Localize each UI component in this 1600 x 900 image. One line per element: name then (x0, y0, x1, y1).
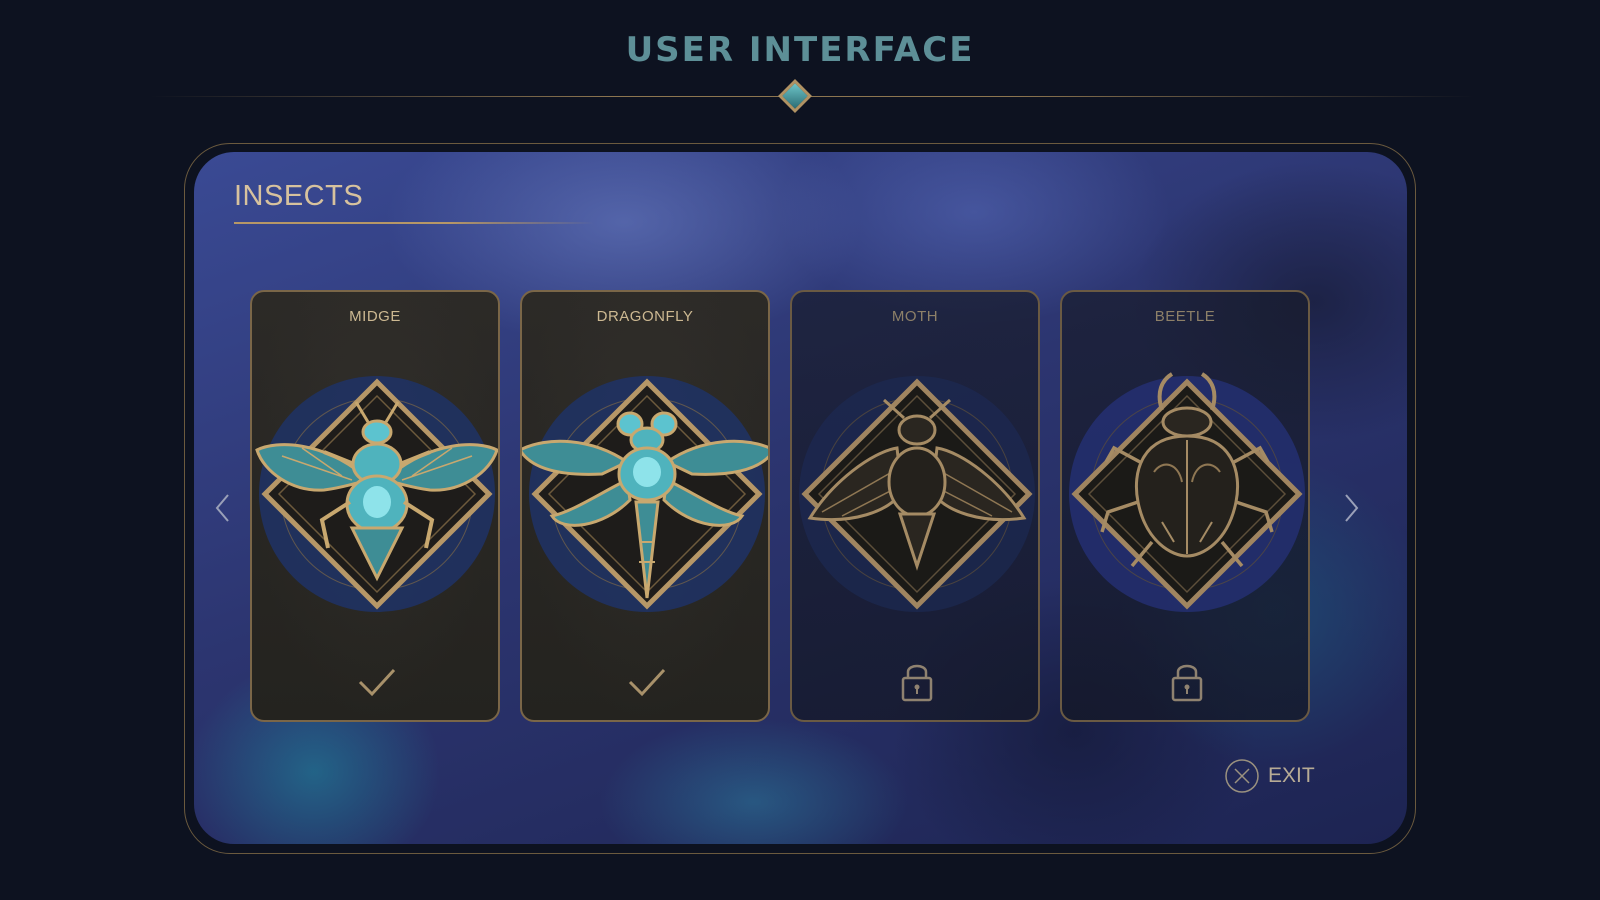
chevron-right-icon (1345, 494, 1359, 522)
card-title: DRAGONFLY (596, 308, 694, 325)
exit-label: EXIT (1268, 764, 1315, 787)
header-divider (150, 96, 1475, 97)
section-title: INSECTS (234, 180, 364, 212)
beetle-emblem-icon (1069, 372, 1305, 612)
moth-emblem-icon (799, 376, 1035, 612)
card-title: MOTH (891, 308, 939, 325)
checkmark-icon (358, 668, 396, 697)
chevron-left-icon (215, 494, 229, 522)
exit-button[interactable]: EXIT (1224, 758, 1315, 794)
next-button[interactable] (1336, 488, 1366, 528)
midge-emblem-icon (255, 376, 498, 612)
section-divider (234, 222, 594, 224)
card-title: MIDGE (349, 308, 401, 325)
checkmark-icon (628, 668, 666, 697)
lock-icon (901, 664, 933, 702)
card-midge[interactable]: MIDGE (250, 290, 500, 722)
header-diamond-icon (778, 79, 812, 113)
prev-button[interactable] (208, 488, 238, 528)
insects-panel: INSECTS MIDGE DRAGONFLY MOTH BEETLE EXIT (194, 152, 1407, 844)
card-beetle[interactable]: BEETLE (1060, 290, 1310, 722)
lock-icon (1171, 664, 1203, 702)
card-dragonfly[interactable]: DRAGONFLY (520, 290, 770, 722)
page-title: USER INTERFACE (625, 30, 975, 70)
close-circle-icon (1225, 759, 1259, 793)
card-moth[interactable]: MOTH (790, 290, 1040, 722)
dragonfly-emblem-icon (522, 376, 768, 612)
card-title: BEETLE (1154, 308, 1216, 325)
